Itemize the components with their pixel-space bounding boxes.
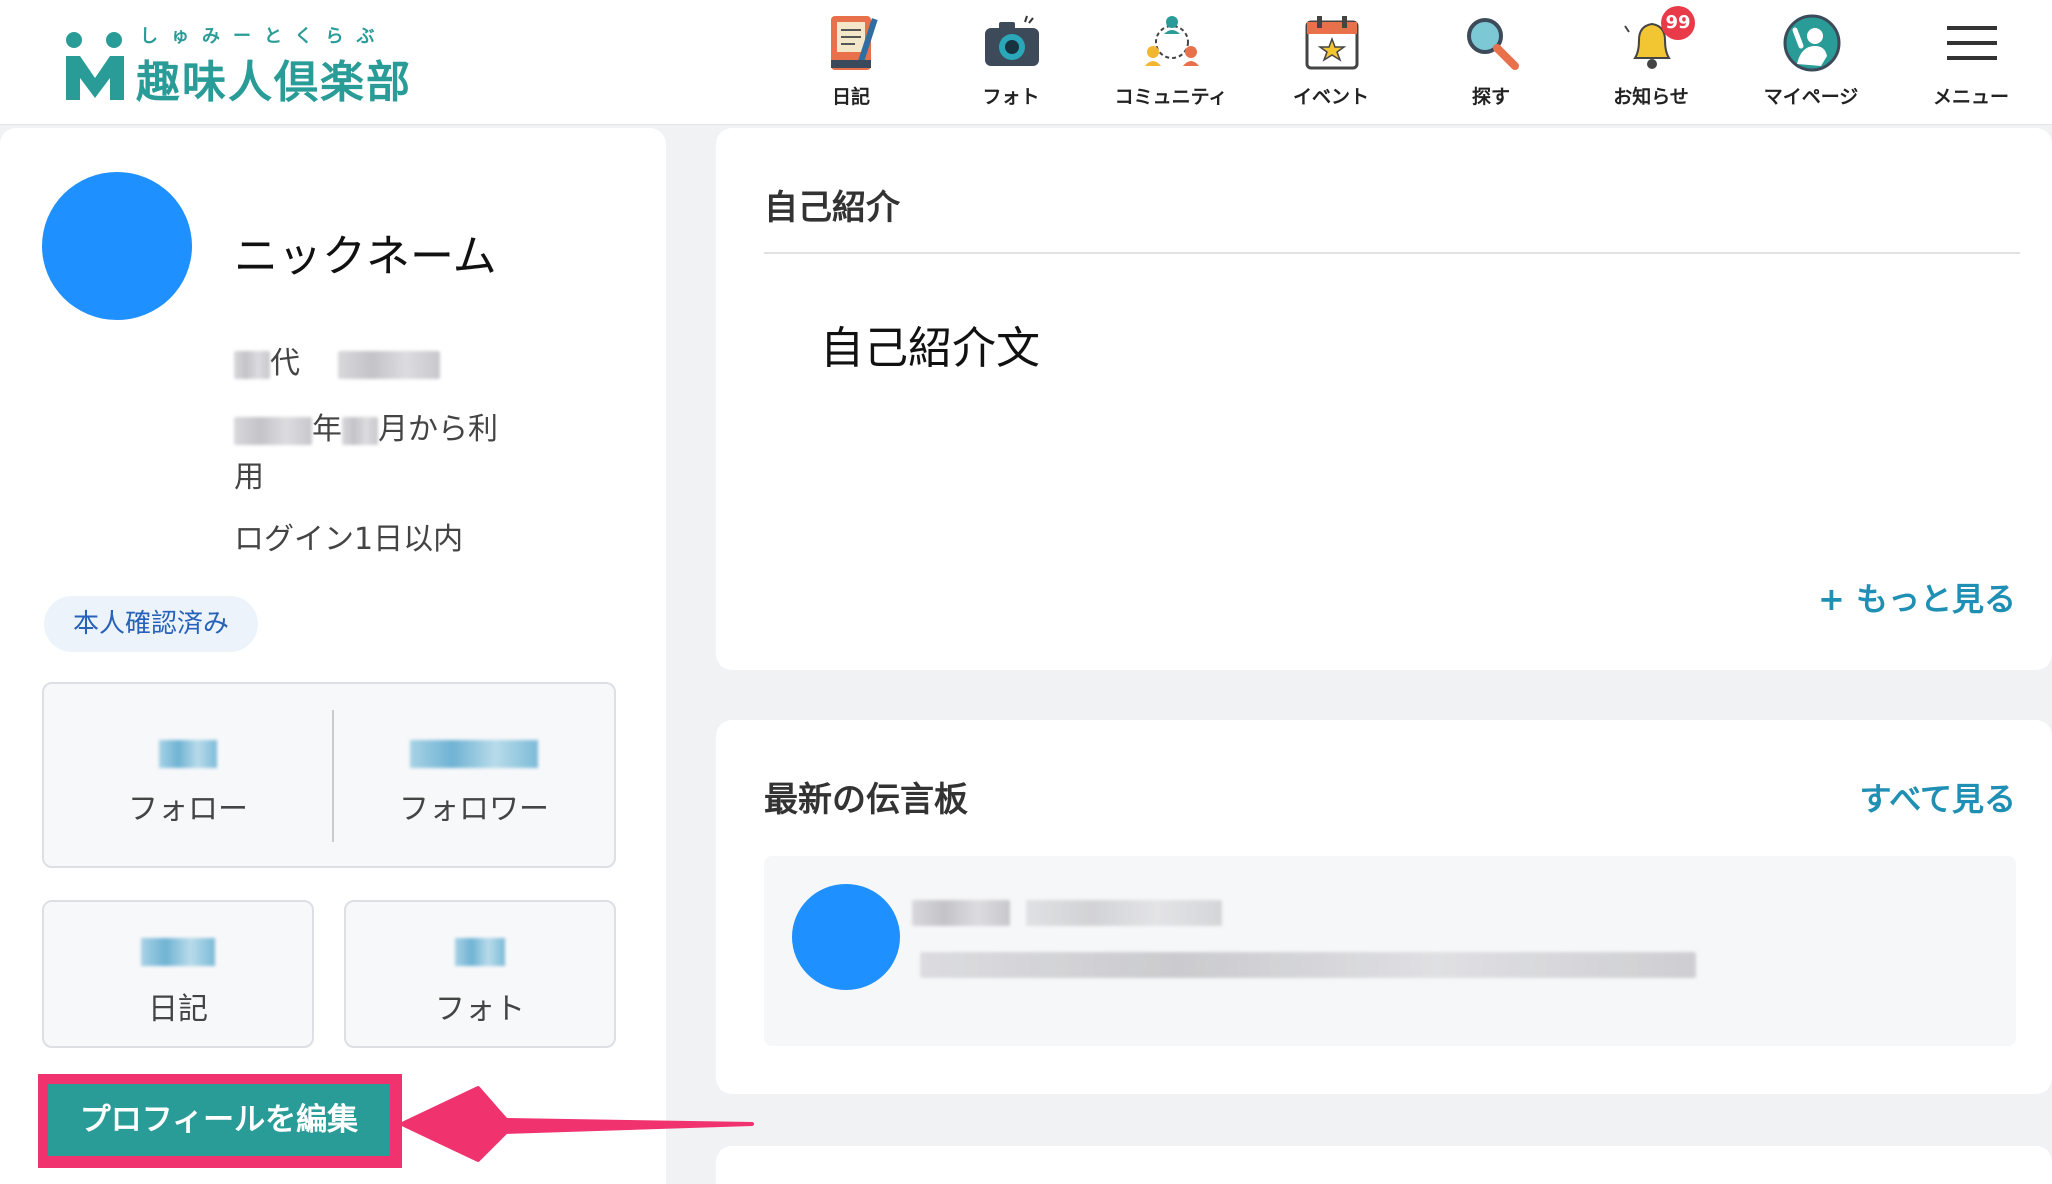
redacted-year (234, 416, 312, 445)
nav-mypage[interactable]: マイページ (1741, 8, 1881, 116)
user-avatar-icon (1783, 14, 1841, 72)
profile-card: ニックネーム 代 年 月から利 用 ログイン1日以内 本人確認済み フォロー フォ… (0, 128, 666, 1184)
redacted-age (234, 350, 270, 379)
redacted-location (337, 350, 440, 379)
next-card (716, 1146, 2052, 1184)
nav-menu[interactable]: メニュー (1901, 8, 2041, 116)
search-icon (1467, 18, 1519, 70)
notification-badge: 99 (1661, 6, 1695, 40)
nav-notifications-label: お知らせ (1613, 86, 1689, 108)
month-suffix: 月から利 (378, 412, 498, 447)
nav-photo[interactable]: フォト (941, 8, 1081, 116)
profile-age-gender: 代 (234, 338, 440, 382)
redacted-author (912, 900, 1010, 926)
logo-m-icon (66, 32, 124, 100)
nav-community[interactable]: コミュニティ (1101, 8, 1241, 116)
photo-stat[interactable]: フォト (344, 900, 616, 1048)
intro-card: 自己紹介 自己紹介文 + もっと見る (716, 128, 2052, 670)
community-icon (1145, 16, 1199, 66)
follow-stat[interactable]: フォロー (44, 684, 332, 866)
profile-avatar (42, 172, 192, 320)
board-post[interactable] (764, 856, 2016, 1046)
intro-more-link[interactable]: + もっと見る (1818, 574, 2016, 620)
follower-count (410, 740, 538, 768)
follower-stat[interactable]: フォロワー (332, 684, 616, 866)
nav-community-label: コミュニティ (1114, 86, 1228, 108)
post-author-avatar (792, 884, 900, 990)
edit-profile-button[interactable]: プロフィールを編集 (48, 1084, 390, 1156)
photo-label: フォト (435, 992, 525, 1027)
year-suffix: 年 (312, 412, 342, 447)
photo-count (455, 938, 505, 966)
nav-event[interactable]: イベント (1261, 8, 1401, 116)
redacted-month (342, 416, 378, 445)
nav-diary-label: 日記 (831, 86, 870, 108)
follow-count (159, 740, 217, 768)
board-see-all-link[interactable]: すべて見る (1860, 774, 2016, 820)
diary-icon (831, 16, 878, 70)
nav-event-label: イベント (1292, 86, 1369, 108)
camera-icon (985, 15, 1039, 66)
calendar-icon (1305, 16, 1359, 70)
nav-photo-label: フォト (982, 86, 1040, 108)
nav-diary[interactable]: 日記 (781, 8, 921, 116)
profile-nickname: ニックネーム (234, 231, 497, 282)
pointer-arrow (400, 1086, 754, 1162)
diary-label: 日記 (148, 992, 208, 1027)
logo-name: 趣味人倶楽部 (136, 57, 412, 108)
intro-title: 自己紹介 (764, 188, 900, 228)
profile-member-since-wrap: 用 (234, 460, 264, 495)
nav-mypage-label: マイページ (1763, 86, 1859, 108)
logo-kana: しゅみーとくらぶ (140, 26, 388, 47)
board-card: 最新の伝言板 すべて見る (716, 720, 2052, 1094)
app-header: しゅみーとくらぶ 趣味人倶楽部 日記 フォト コミュニティ イベント 探す 99… (0, 0, 2052, 125)
redacted-post-text (920, 952, 1696, 978)
site-logo[interactable]: しゅみーとくらぶ 趣味人倶楽部 (64, 22, 410, 108)
nav-notifications[interactable]: 99 お知らせ (1581, 6, 1721, 116)
follow-stats-box: フォロー フォロワー (42, 682, 616, 868)
nav-search[interactable]: 探す (1421, 8, 1561, 116)
nav-search-label: 探す (1471, 86, 1510, 108)
intro-divider (764, 252, 2020, 254)
follow-label: フォロー (128, 792, 248, 827)
nav-menu-label: メニュー (1932, 86, 2009, 108)
diary-stat[interactable]: 日記 (42, 900, 314, 1048)
age-suffix: 代 (270, 346, 300, 381)
intro-text: 自己紹介文 (820, 323, 1040, 374)
board-title: 最新の伝言板 (764, 780, 968, 820)
follower-label: フォロワー (399, 792, 549, 827)
redacted-date (1026, 900, 1222, 926)
diary-count (141, 938, 215, 966)
hamburger-menu-icon (1947, 26, 1997, 60)
profile-member-since: 年 月から利 (234, 404, 498, 448)
verified-badge: 本人確認済み (44, 596, 258, 652)
profile-last-login: ログイン1日以内 (234, 522, 464, 557)
